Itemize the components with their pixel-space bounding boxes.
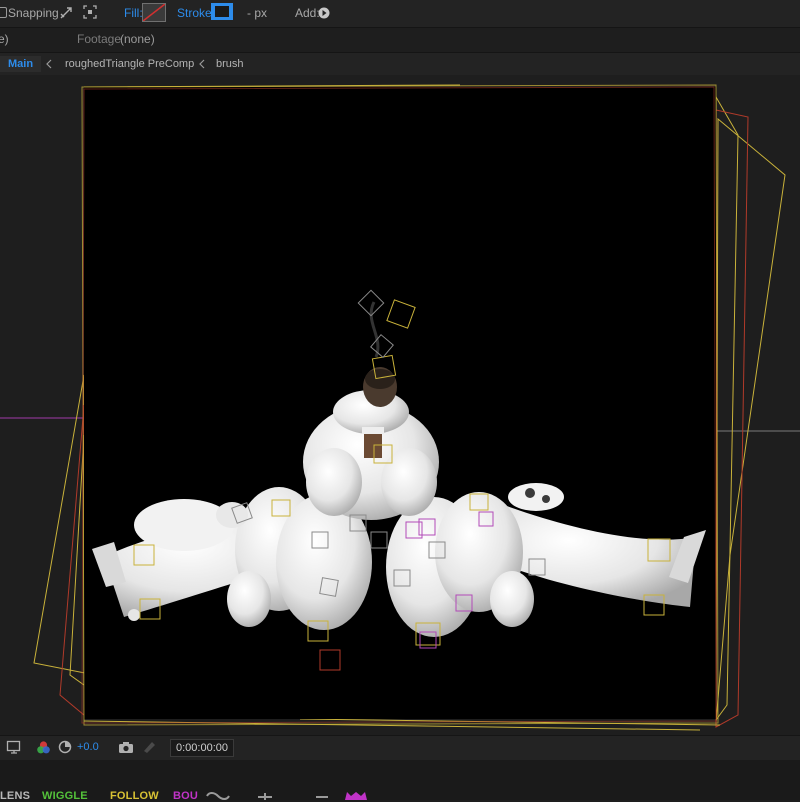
ease-icon[interactable] bbox=[258, 793, 272, 800]
stroke-swatch[interactable] bbox=[211, 3, 233, 20]
wiggle-button[interactable]: WIGGLE bbox=[42, 790, 88, 802]
align-icon[interactable] bbox=[315, 793, 329, 800]
breadcrumb: Main roughedTriangle PreComp brush bbox=[0, 52, 800, 76]
fill-swatch[interactable] bbox=[142, 3, 166, 22]
tab-footage-value: (none) bbox=[120, 32, 155, 46]
chevron-left-icon bbox=[46, 59, 52, 69]
add-label: Add: bbox=[295, 6, 320, 20]
lens-button[interactable]: LENS bbox=[0, 790, 30, 802]
breadcrumb-item-main[interactable]: Main bbox=[0, 56, 42, 72]
fill-label: Fill: bbox=[124, 6, 143, 20]
tools-panel: Snapping Fill: Stroke: - px Add: bbox=[0, 0, 800, 28]
composition-viewer[interactable] bbox=[0, 75, 800, 735]
show-snapshot-icon[interactable] bbox=[141, 740, 157, 754]
bounce-button[interactable]: BOU bbox=[173, 790, 198, 802]
tab-footage-label[interactable]: Footage bbox=[77, 33, 121, 46]
follow-button[interactable]: FOLLOW bbox=[110, 790, 159, 802]
snap-feature-icon[interactable] bbox=[83, 5, 97, 19]
tab-composition[interactable]: e) bbox=[0, 33, 9, 46]
add-menu-icon[interactable] bbox=[318, 7, 330, 19]
exposure-reset-icon[interactable] bbox=[58, 740, 72, 754]
current-time-display[interactable]: 0:00:00:00 bbox=[170, 739, 234, 757]
viewer-status-bar: +0.0 0:00:00:00 bbox=[0, 735, 800, 761]
viewer-tab-row: e) Footage (none) bbox=[0, 28, 800, 52]
channel-rgb-icon[interactable] bbox=[36, 740, 51, 755]
scripts-panel: LENS WIGGLE FOLLOW BOU bbox=[0, 760, 800, 802]
snapping-checkbox[interactable] bbox=[0, 7, 7, 18]
region-of-interest-icon[interactable] bbox=[6, 740, 22, 754]
layer-outlines-front bbox=[81, 84, 719, 726]
stroke-width-field[interactable]: - px bbox=[247, 7, 267, 20]
breadcrumb-item-brush[interactable]: brush bbox=[216, 56, 244, 72]
breadcrumb-item-precomp[interactable]: roughedTriangle PreComp bbox=[65, 56, 194, 72]
snap-options-icon[interactable] bbox=[59, 6, 73, 20]
chevron-left-icon bbox=[199, 59, 205, 69]
stroke-label: Stroke: bbox=[177, 6, 216, 20]
snapshot-camera-icon[interactable] bbox=[118, 741, 134, 754]
exposure-value[interactable]: +0.0 bbox=[77, 741, 99, 754]
snapping-label: Snapping bbox=[8, 6, 59, 20]
infinity-loop-icon[interactable] bbox=[205, 792, 231, 800]
creature-script-icon[interactable] bbox=[344, 791, 368, 800]
